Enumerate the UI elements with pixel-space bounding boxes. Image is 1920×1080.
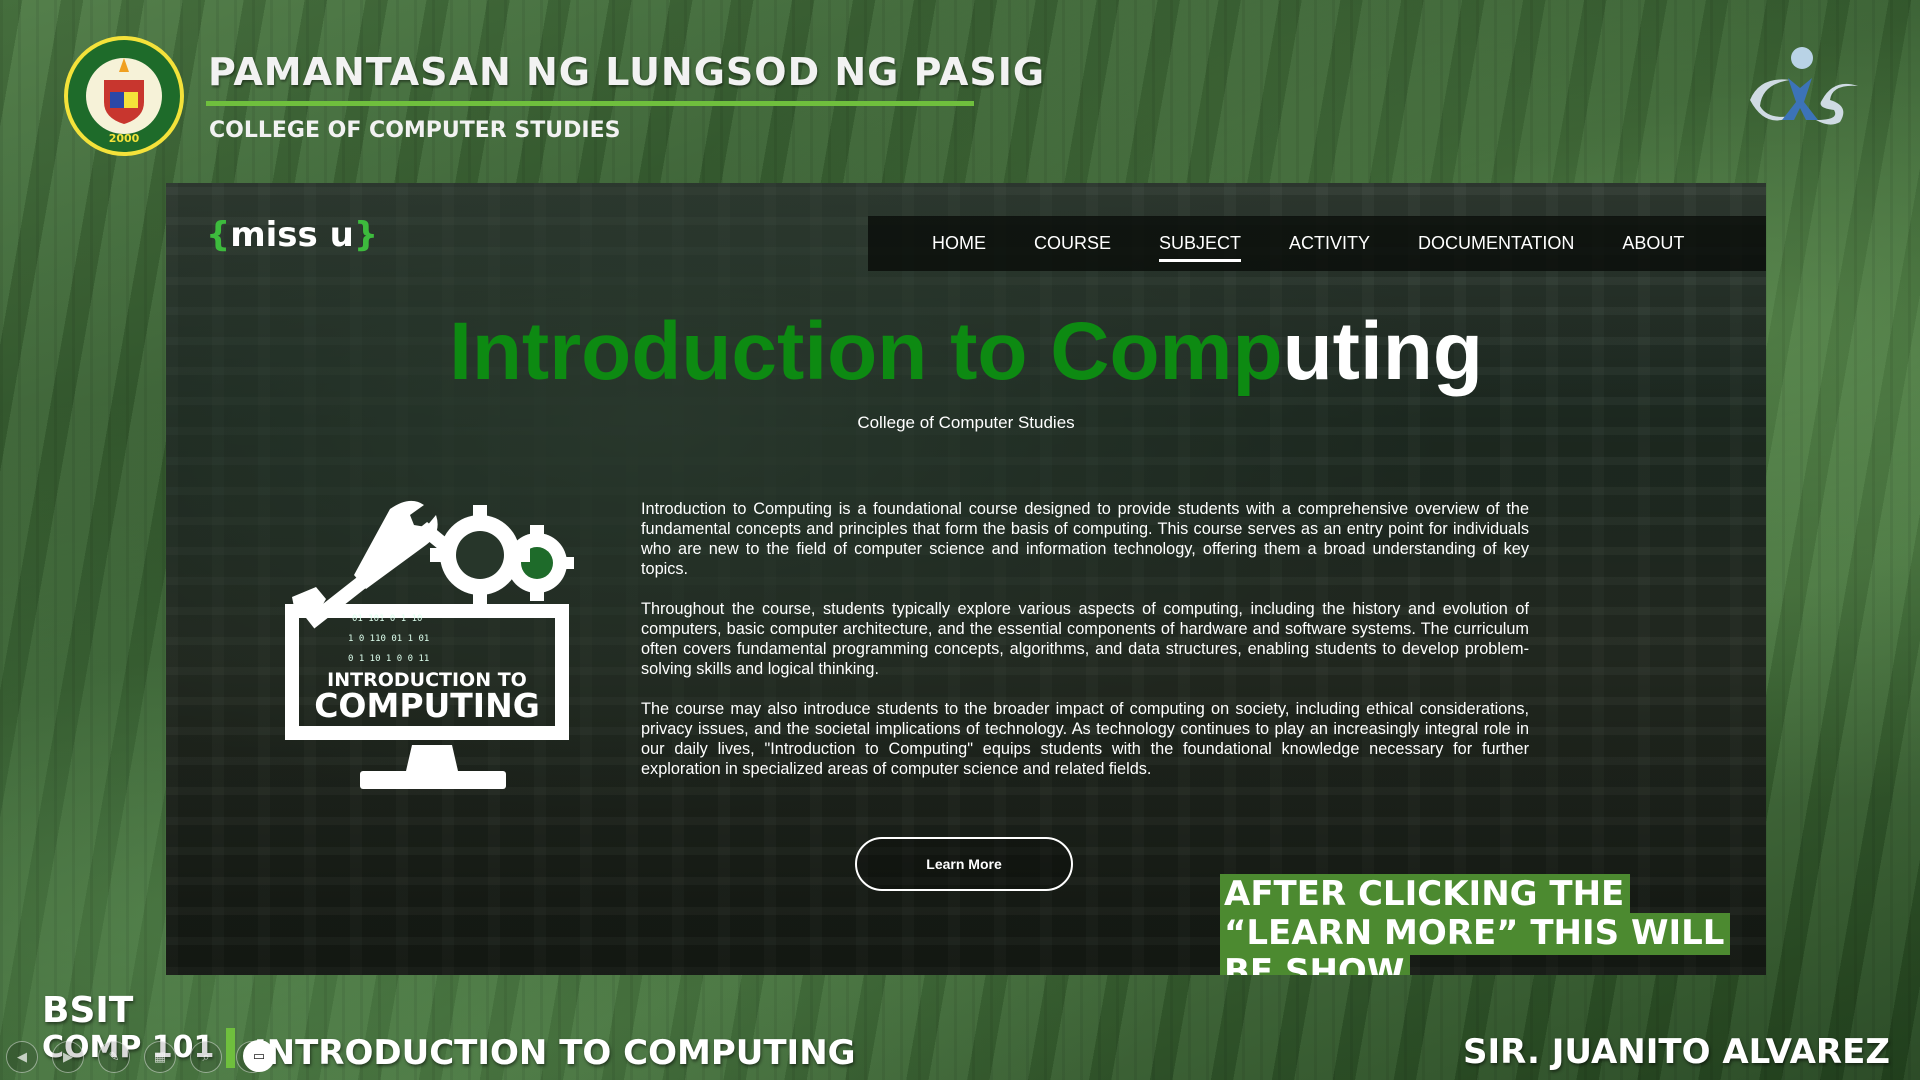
site-logo[interactable]: {miss u} bbox=[206, 215, 378, 255]
nav-about[interactable]: ABOUT bbox=[1622, 227, 1684, 260]
seal-year: 2000 bbox=[109, 132, 140, 145]
art-label-bottom: COMPUTING bbox=[314, 686, 540, 725]
course-title: INTRODUCTION TO COMPUTING bbox=[254, 1033, 856, 1073]
nav-activity[interactable]: ACTIVITY bbox=[1289, 227, 1370, 260]
page-subtitle: College of Computer Studies bbox=[857, 413, 1075, 432]
nav-subject[interactable]: SUBJECT bbox=[1159, 227, 1242, 262]
svg-text:1 0 110 01 1 01: 1 0 110 01 1 01 bbox=[348, 634, 429, 644]
university-seal-icon: 2000 bbox=[64, 36, 184, 156]
nav-home[interactable]: HOME bbox=[932, 227, 986, 260]
description-paragraph: Throughout the course, students typicall… bbox=[641, 600, 1529, 678]
header-divider bbox=[206, 101, 974, 106]
college-name: COLLEGE OF COMPUTER STUDIES bbox=[209, 118, 621, 143]
university-name: PAMANTASAN NG LUNGSOD NG PASIG bbox=[208, 50, 1046, 94]
ccs-logo-icon bbox=[1750, 47, 1858, 125]
description-paragraph: The course may also introduce students t… bbox=[641, 700, 1529, 778]
program-label: BSIT bbox=[42, 990, 134, 1031]
presentation-controls: ◀ ▶ ✎ ▦ ⌕ ⋯ ▭ bbox=[6, 1040, 275, 1074]
record-icon[interactable]: ▭ bbox=[243, 1040, 275, 1072]
nav-course[interactable]: COURSE bbox=[1034, 227, 1111, 260]
description-paragraph: Introduction to Computing is a foundatio… bbox=[641, 500, 1529, 578]
next-icon[interactable]: ▶ bbox=[52, 1041, 84, 1073]
zoom-icon[interactable]: ⌕ bbox=[190, 1041, 222, 1073]
nav-documentation[interactable]: DOCUMENTATION bbox=[1418, 227, 1574, 260]
site-nav: HOME COURSE SUBJECT ACTIVITY DOCUMENTATI… bbox=[868, 216, 1766, 271]
prev-icon[interactable]: ◀ bbox=[6, 1041, 38, 1073]
course-description: Introduction to Computing is a foundatio… bbox=[641, 499, 1529, 799]
page-title: Introduction to Computing bbox=[449, 306, 1483, 397]
slides-icon[interactable]: ▦ bbox=[144, 1041, 176, 1073]
teacher-name: SIR. JUANITO ALVAREZ bbox=[1463, 1032, 1890, 1072]
pen-icon[interactable]: ✎ bbox=[98, 1041, 130, 1073]
website-preview: {miss u} HOME COURSE SUBJECT ACTIVITY DO… bbox=[166, 183, 1766, 975]
computing-gear-icon: 01 101 0 1 10 1 0 110 01 1 01 0 1 10 1 0… bbox=[285, 500, 574, 789]
svg-text:0 1 10 1 0 0 11: 0 1 10 1 0 0 11 bbox=[348, 654, 429, 664]
annotation-callout: AFTER CLICKING THE “LEARN MORE” THIS WIL… bbox=[1220, 874, 1760, 975]
svg-text:01 101 0 1 10: 01 101 0 1 10 bbox=[352, 614, 422, 624]
learn-more-button[interactable]: Learn More bbox=[855, 837, 1073, 891]
